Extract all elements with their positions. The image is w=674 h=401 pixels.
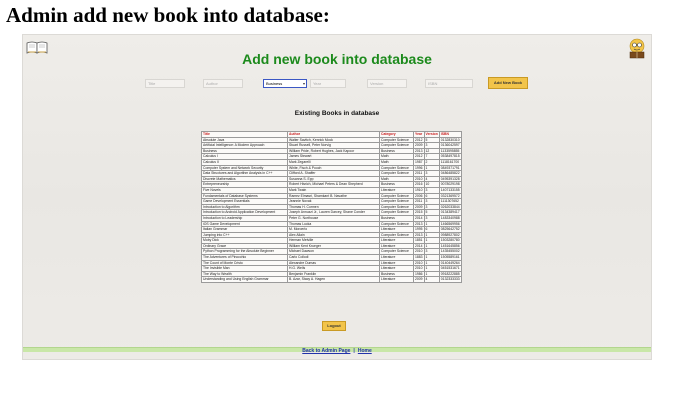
cell-category: Computer Science (379, 203, 414, 211)
cell-year: 2009 (413, 203, 425, 211)
cell-isbn: 0134389417 (438, 209, 462, 216)
cell-year: 1851 (413, 237, 425, 244)
cell-year: 2013 (413, 220, 425, 228)
cell-isbn: 1435455002 (438, 248, 462, 256)
cell-year: 2010 (413, 265, 425, 272)
table-row: Fundamentals of Database Systems Ramez El… (201, 192, 462, 200)
cell-isbn: 0825642752 (438, 226, 462, 233)
app-title: Add new book into database (242, 51, 432, 67)
home-link[interactable]: Home (358, 348, 372, 354)
category-selected-value: Business (266, 81, 283, 86)
cell-isbn: 1466569956 (438, 220, 462, 228)
cell-category: Computer Science (379, 248, 414, 256)
cell-year: 2010 (413, 175, 425, 183)
cell-year: 2009 (413, 142, 425, 149)
cell-title: Understanding and Using English Grammar (201, 276, 288, 283)
cell-isbn: 0321369572 (438, 192, 462, 200)
cell-year: 1996 (413, 164, 425, 172)
app-frame: Add new book into database Title Author … (22, 34, 652, 360)
cell-isbn: 0486485822 (438, 170, 462, 177)
cell-isbn: 0988927802 (438, 231, 462, 239)
cell-category: Computer Science (379, 198, 414, 205)
cell-year: 2012 (413, 136, 425, 144)
cell-category: Computer Science (379, 209, 414, 216)
cell-isbn: 1503280780 (438, 237, 462, 244)
category-select[interactable]: Business ▾ (263, 79, 307, 88)
footer-separator: | (353, 348, 355, 354)
existing-books-heading: Existing Books in database (294, 110, 380, 117)
author-input[interactable]: Author (203, 79, 243, 88)
cell-year: 1883 (413, 254, 425, 261)
add-book-form: Title Author Business ▾ Year Version ISB… (23, 77, 651, 91)
year-input[interactable]: Year (310, 79, 346, 88)
cell-isbn: 0132333333 (438, 276, 462, 283)
cell-year: 1986 (413, 270, 425, 278)
cell-category: Computer Science (379, 142, 414, 149)
cell-year: 2013 (413, 231, 425, 239)
cell-isbn: 1483340988 (438, 214, 462, 222)
cell-year: 2015 (413, 209, 425, 216)
books-table: Title Author Category Year Version ISBN … (201, 131, 462, 284)
cell-category: Computer Science (379, 164, 414, 172)
cell-version: 4 (423, 276, 440, 283)
title-input[interactable]: Title (145, 79, 185, 88)
cell-year: 2010 (413, 259, 425, 267)
cell-isbn: 0078029198 (438, 181, 462, 188)
cell-isbn: 1118161700 (438, 159, 462, 166)
logout-button[interactable]: Logout (322, 321, 346, 331)
cell-year: 2016 (413, 181, 425, 188)
cell-title: Introduction to Android Application Deve… (201, 209, 288, 216)
cell-author: B. Azar, Stacy A. Hagen (287, 276, 380, 283)
cell-year: 2009 (413, 276, 425, 283)
cell-year: 2014 (413, 214, 425, 222)
add-new-book-button[interactable]: Add New Book (488, 77, 528, 89)
cell-category: Computer Science (379, 220, 414, 228)
cell-year: 1995 (413, 226, 425, 233)
cell-isbn: 0495391328 (438, 175, 462, 183)
cell-year: 2012 (413, 153, 425, 160)
isbn-input[interactable]: ISBN (425, 79, 473, 88)
cell-category: Literature (379, 276, 414, 283)
cell-isbn: 1111307652 (438, 198, 462, 205)
cell-year: 1910 (413, 186, 425, 194)
table-row: Understanding and Using English Grammar B… (201, 276, 462, 283)
cell-category: Computer Science (379, 136, 414, 144)
cell-category: Computer Science (379, 231, 414, 239)
chevron-down-icon: ▾ (302, 81, 305, 86)
cell-category: Computer Science (379, 192, 414, 200)
page-heading: Admin add new book into database: (6, 3, 330, 27)
cell-isbn: 1505589161 (438, 254, 462, 261)
cell-isbn: 0140449264 (438, 259, 462, 267)
cell-category: Computer Science (379, 170, 414, 177)
cell-year: 2010 (413, 248, 425, 256)
cell-isbn: 0132830310 (438, 136, 462, 144)
cell-year: 1987 (413, 159, 425, 166)
version-input[interactable]: Version (367, 79, 407, 88)
cell-year: 2013 (413, 147, 425, 155)
cell-year: 2014 (413, 242, 425, 250)
cell-isbn: 1133595855 (438, 147, 462, 155)
cell-isbn: 0918222885 (438, 270, 462, 278)
footer-links: Back to Admin Page | Home (23, 348, 651, 354)
cell-isbn: 0262033844 (438, 203, 462, 211)
table-row: Introduction to Android Application Deve… (201, 209, 462, 216)
cell-isbn: 0538497815 (438, 153, 462, 160)
cell-isbn: 0136042597 (438, 142, 462, 149)
back-to-admin-link[interactable]: Back to Admin Page (302, 348, 350, 354)
cell-isbn: 0451531671 (438, 265, 462, 272)
cell-isbn: 0849371791 (438, 164, 462, 172)
cell-isbn: 1407133155 (438, 186, 462, 194)
column-header-version: Version (423, 131, 440, 138)
cell-year: 2006 (413, 192, 425, 200)
cell-isbn: 1451645856 (438, 242, 462, 250)
